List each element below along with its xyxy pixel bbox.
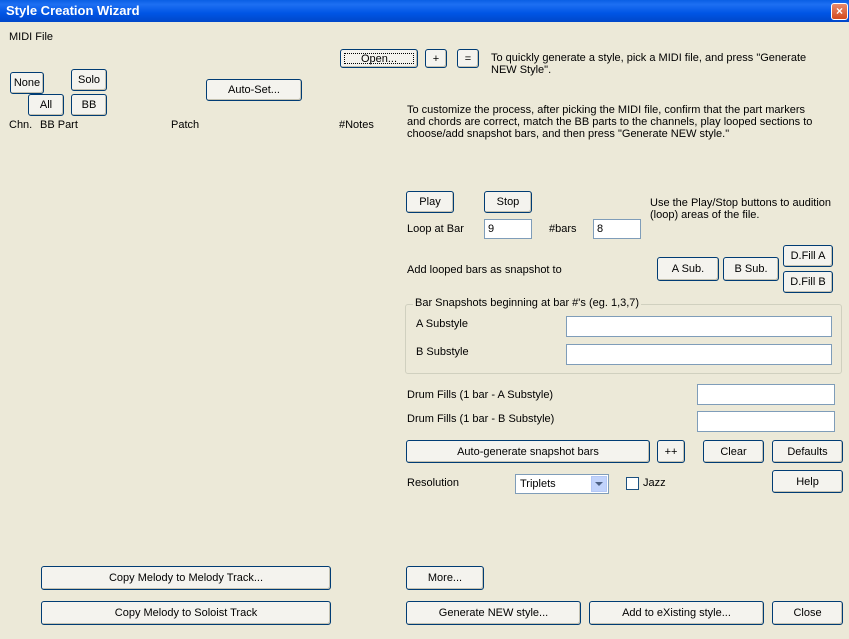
open-button[interactable]: Open...	[340, 49, 418, 68]
b-sub-button[interactable]: B Sub.	[723, 257, 779, 281]
bar-snapshots-title: Bar Snapshots beginning at bar #'s (eg. …	[413, 297, 642, 309]
drum-fill-b-button-label: D.Fill B	[790, 276, 826, 288]
auto-set-button-label: Auto-Set...	[228, 84, 280, 96]
b-sub-button-label: B Sub.	[734, 263, 768, 275]
quick-hint-line1: To quickly generate a style, pick a MIDI…	[491, 52, 807, 64]
column-patch: Patch	[171, 119, 200, 131]
loop-at-bar-label: Loop at Bar	[407, 223, 464, 235]
bars-label: #bars	[549, 223, 577, 235]
audition-hint-line1: Use the Play/Stop buttons to audition	[650, 197, 832, 209]
solo-button[interactable]: Solo	[71, 69, 107, 91]
plus-button[interactable]: +	[425, 49, 447, 68]
close-button[interactable]: Close	[772, 601, 843, 625]
drum-fills-b-label: Drum Fills (1 bar - B Substyle)	[407, 413, 555, 425]
solo-button-label: Solo	[77, 74, 101, 86]
column-notes: #Notes	[339, 119, 374, 131]
resolution-label: Resolution	[407, 477, 459, 489]
b-substyle-field[interactable]	[566, 344, 832, 365]
customize-hint-line1: To customize the process, after picking …	[407, 104, 805, 116]
add-to-existing-style-button-label: Add to eXisting style...	[622, 607, 731, 619]
defaults-button-label: Defaults	[787, 445, 828, 458]
bars-field[interactable]: 8	[593, 219, 641, 239]
audition-hint-line2: (loop) areas of the file.	[650, 209, 760, 221]
window-title: Style Creation Wizard	[6, 3, 140, 18]
drum-fills-b-field[interactable]	[697, 411, 835, 432]
auto-generate-snapshot-button[interactable]: Auto-generate snapshot bars	[406, 440, 650, 463]
generate-new-style-button[interactable]: Generate NEW style...	[406, 601, 581, 625]
plusplus-button[interactable]: ++	[657, 440, 685, 463]
column-bb-part: BB Part	[40, 119, 78, 131]
midi-file-label: MIDI File	[9, 31, 53, 43]
open-button-label: Open...	[360, 52, 398, 65]
plusplus-button-label: ++	[664, 445, 678, 458]
bb-button-label: BB	[81, 99, 97, 111]
add-snapshot-label: Add looped bars as snapshot to	[407, 264, 562, 276]
play-button-label: Play	[419, 196, 441, 208]
generate-new-style-button-label: Generate NEW style...	[438, 607, 549, 619]
help-button[interactable]: Help	[772, 470, 843, 493]
style-creation-wizard-window: Style Creation Wizard × MIDI File None S…	[0, 0, 849, 639]
stop-button[interactable]: Stop	[484, 191, 532, 213]
drum-fill-a-button[interactable]: D.Fill A	[783, 245, 833, 267]
jazz-checkbox[interactable]	[626, 477, 639, 490]
clear-button[interactable]: Clear	[703, 440, 764, 463]
more-button[interactable]: More...	[406, 566, 484, 590]
none-button[interactable]: None	[10, 72, 44, 94]
title-bar: Style Creation Wizard ×	[0, 0, 849, 22]
chevron-down-icon[interactable]	[591, 476, 607, 492]
customize-hint-line3: choose/add snapshot bars, and then press…	[407, 128, 730, 140]
clear-button-label: Clear	[720, 445, 747, 458]
column-chn: Chn.	[9, 119, 33, 131]
a-substyle-label: A Substyle	[416, 318, 468, 330]
drum-fills-a-label: Drum Fills (1 bar - A Substyle)	[407, 389, 554, 401]
stop-button-label: Stop	[496, 196, 520, 208]
quick-hint-line2: NEW Style".	[491, 64, 552, 76]
copy-melody-to-soloist-button[interactable]: Copy Melody to Soloist Track	[41, 601, 331, 625]
a-substyle-field[interactable]	[566, 316, 832, 337]
bb-button[interactable]: BB	[71, 94, 107, 116]
a-sub-button-label: A Sub.	[671, 263, 705, 275]
equals-button-label: =	[464, 52, 472, 65]
help-button-label: Help	[796, 475, 819, 488]
drum-fill-a-button-label: D.Fill A	[790, 250, 826, 262]
resolution-selected-value: Triplets	[520, 478, 556, 490]
jazz-label: Jazz	[643, 477, 666, 489]
copy-melody-to-soloist-button-label: Copy Melody to Soloist Track	[114, 607, 258, 619]
a-sub-button[interactable]: A Sub.	[657, 257, 719, 281]
copy-melody-to-melody-button-label: Copy Melody to Melody Track...	[108, 572, 264, 584]
channel-list[interactable]	[6, 134, 380, 562]
more-button-label: More...	[427, 572, 463, 584]
all-button[interactable]: All	[28, 94, 64, 116]
none-button-label: None	[13, 77, 41, 89]
close-button-label: Close	[793, 607, 822, 619]
all-button-label: All	[39, 99, 53, 111]
copy-melody-to-melody-button[interactable]: Copy Melody to Melody Track...	[41, 566, 331, 590]
auto-set-button[interactable]: Auto-Set...	[206, 79, 302, 101]
add-to-existing-style-button[interactable]: Add to eXisting style...	[589, 601, 764, 625]
equals-button[interactable]: =	[457, 49, 479, 68]
loop-at-bar-field[interactable]: 9	[484, 219, 532, 239]
close-icon[interactable]: ×	[831, 3, 848, 20]
plus-button-label: +	[432, 52, 440, 65]
auto-generate-snapshot-button-label: Auto-generate snapshot bars	[457, 445, 599, 458]
b-substyle-label: B Substyle	[416, 346, 469, 358]
defaults-button[interactable]: Defaults	[772, 440, 843, 463]
drum-fill-b-button[interactable]: D.Fill B	[783, 271, 833, 293]
resolution-select[interactable]: Triplets	[515, 474, 609, 494]
play-button[interactable]: Play	[406, 191, 454, 213]
customize-hint-line2: and chords are correct, match the BB par…	[407, 116, 813, 128]
drum-fills-a-field[interactable]	[697, 384, 835, 405]
